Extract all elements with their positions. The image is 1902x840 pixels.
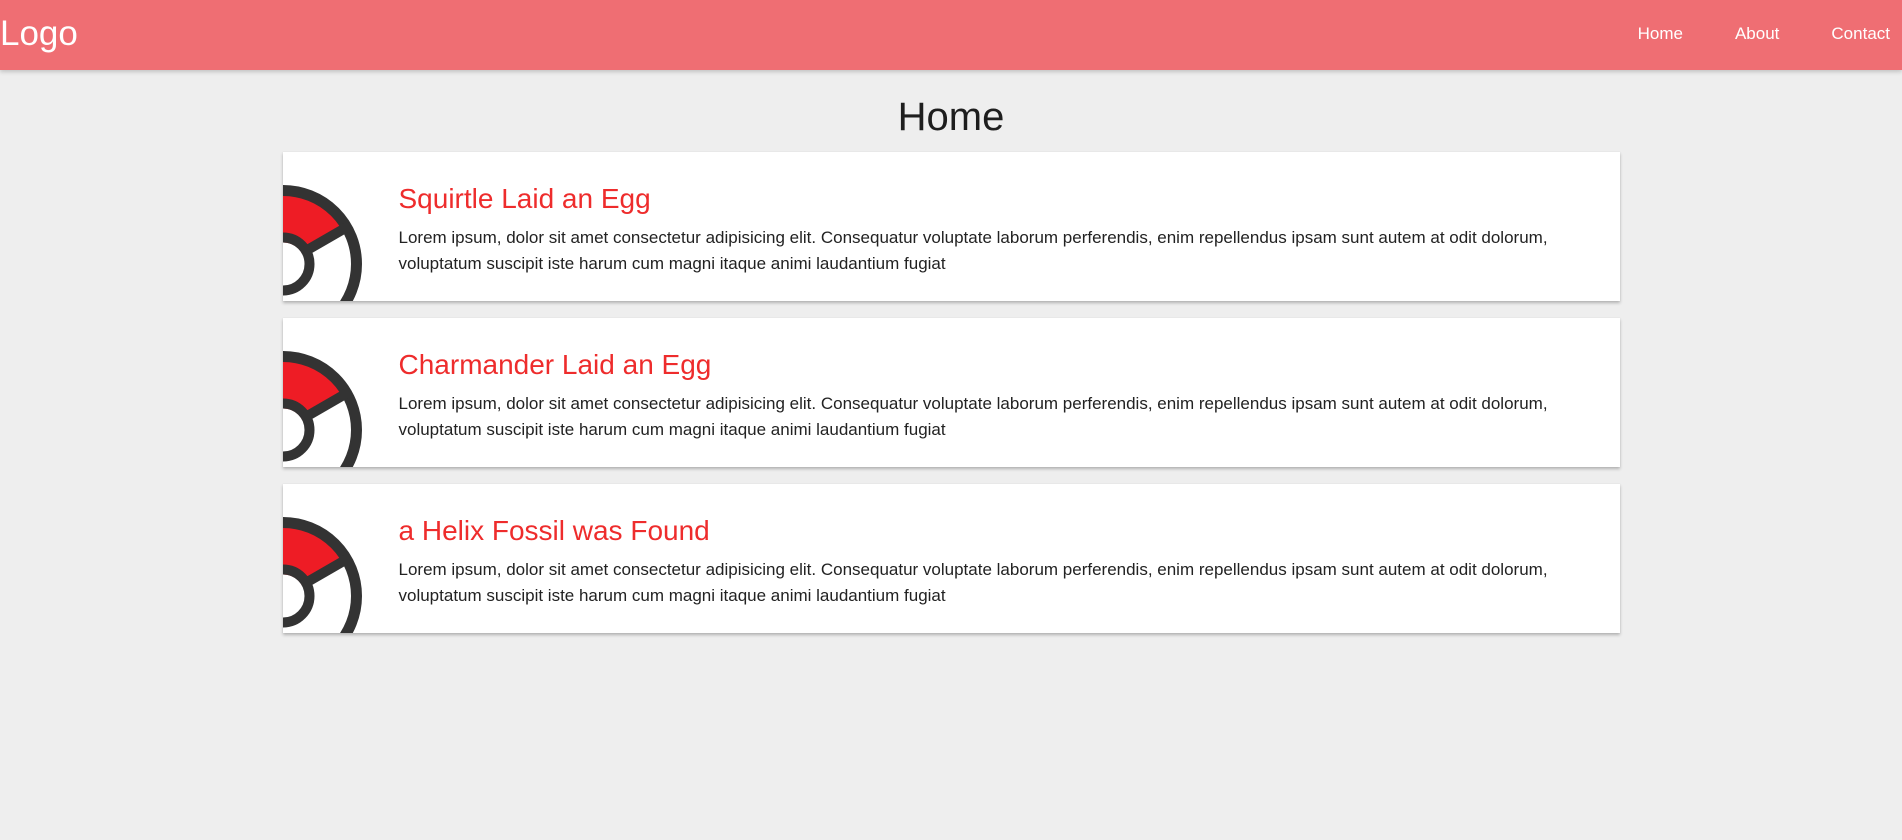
post-content: Charmander Laid an Egg Lorem ipsum, dolo…: [399, 348, 1550, 443]
post-card[interactable]: Squirtle Laid an Egg Lorem ipsum, dolor …: [282, 152, 1620, 301]
nav-link-home[interactable]: Home: [1625, 24, 1696, 46]
post-content: Squirtle Laid an Egg Lorem ipsum, dolor …: [399, 182, 1550, 277]
pokeball-icon: [282, 318, 383, 467]
nav-link-contact[interactable]: Contact: [1818, 24, 1902, 46]
post-title[interactable]: a Helix Fossil was Found: [399, 514, 1550, 548]
pokeball-icon: [282, 152, 383, 301]
post-list: Squirtle Laid an Egg Lorem ipsum, dolor …: [282, 152, 1620, 633]
navbar: Logo Home About Contact: [0, 0, 1902, 70]
post-text: Lorem ipsum, dolor sit amet consectetur …: [398, 228, 1548, 273]
pokeball-icon: [282, 484, 383, 633]
post-card[interactable]: Charmander Laid an Egg Lorem ipsum, dolo…: [282, 318, 1620, 467]
nav-link-about[interactable]: About: [1722, 24, 1792, 46]
nav-menu: Home About Contact: [1625, 0, 1902, 70]
post-text: Lorem ipsum, dolor sit amet consectetur …: [398, 394, 1548, 439]
post-text: Lorem ipsum, dolor sit amet consectetur …: [398, 560, 1548, 605]
post-content: a Helix Fossil was Found Lorem ipsum, do…: [399, 514, 1550, 609]
post-card[interactable]: a Helix Fossil was Found Lorem ipsum, do…: [282, 484, 1620, 633]
page-title: Home: [897, 95, 1005, 139]
post-title[interactable]: Squirtle Laid an Egg: [399, 182, 1550, 216]
post-title[interactable]: Charmander Laid an Egg: [399, 348, 1550, 382]
logo-link[interactable]: Logo: [0, 13, 78, 55]
